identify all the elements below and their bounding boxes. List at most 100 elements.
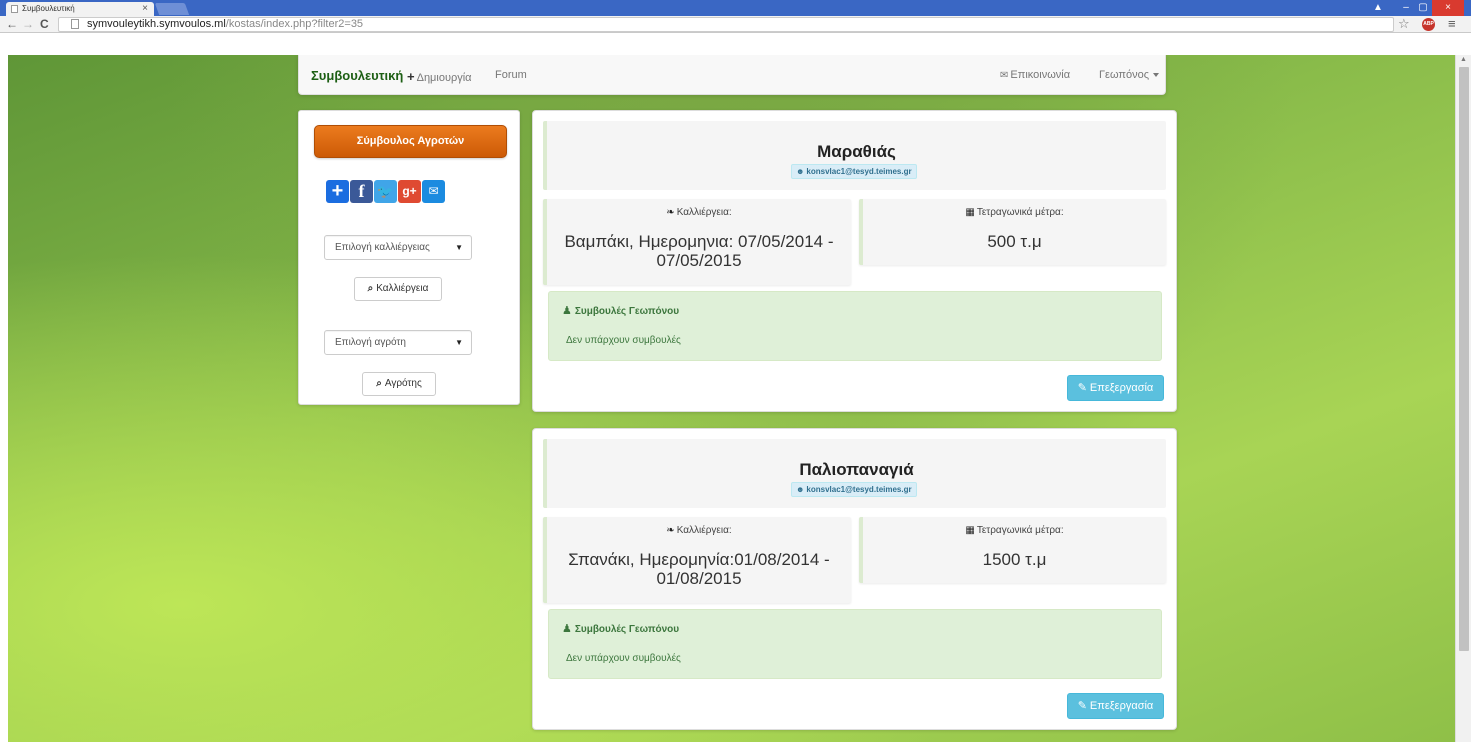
crop-value: Σπανάκι, Ημερομηνία:01/08/2014 - 01/08/2… xyxy=(568,550,830,588)
leaf-icon: ❧ xyxy=(666,525,675,536)
plus-icon: + xyxy=(407,69,415,84)
page-viewport: Συμβουλευτική + Δημιουργία Forum ✉ Επικοιν… xyxy=(8,55,1455,742)
brand-link[interactable]: Συμβουλευτική xyxy=(311,68,403,83)
search-icon: ⌕ xyxy=(367,283,374,294)
advice-empty-text: Δεν υπάρχουν συμβουλές xyxy=(566,653,681,664)
dropdown-arrow-icon: ▼ xyxy=(455,338,463,347)
field-card: Παλιοπαναγιά ☻ konsvlac1@tesyd.teimes.gr … xyxy=(532,428,1177,730)
profile-icon[interactable]: ▲ xyxy=(1368,0,1388,16)
edit-icon: ✎ xyxy=(1077,382,1087,394)
scroll-up-arrow-icon[interactable]: ▲ xyxy=(1460,56,1467,63)
advice-title-text: Συμβουλές Γεωπόνου xyxy=(574,306,680,317)
forward-arrow-icon[interactable]: → xyxy=(22,17,34,31)
browser-tab-strip: Συμβουλευτική × ▲ – ▢ × xyxy=(0,0,1471,16)
field-card-header: Παλιοπαναγιά ☻ konsvlac1@tesyd.teimes.gr xyxy=(543,439,1166,508)
field-title: Παλιοπαναγιά xyxy=(799,460,914,479)
advice-empty-text: Δεν υπάρχουν συμβουλές xyxy=(566,335,681,346)
area-value: 500 τ.μ xyxy=(987,232,1042,251)
url-host: symvouleytikh.symvoulos.ml xyxy=(87,18,226,30)
scrollbar-thumb[interactable] xyxy=(1459,67,1469,651)
area-info: ▦ Τετραγωνικά μέτρα: 1500 τ.μ xyxy=(859,517,1166,583)
caret-down-icon xyxy=(1153,73,1160,78)
leaf-icon: ❧ xyxy=(666,207,675,218)
edit-button-label: Επεξεργασία xyxy=(1089,700,1154,712)
advice-panel: ♟ Συμβουλές Γεωπόνου Δεν υπάρχουν συμβουλ… xyxy=(548,291,1162,361)
users-icon: ♟ xyxy=(562,305,572,317)
nav-create-link[interactable]: + Δημιουργία xyxy=(407,69,472,84)
bookmark-star-icon[interactable]: ☆ xyxy=(1398,16,1410,32)
farmer-select-value: Επιλογή αγρότη xyxy=(335,337,406,348)
area-label-text: Τετραγωνικά μέτρα: xyxy=(976,525,1064,536)
crop-select-value: Επιλογή καλλιέργειας xyxy=(335,242,430,253)
minimize-icon[interactable]: – xyxy=(1398,0,1414,16)
area-info: ▦ Τετραγωνικά μέτρα: 500 τ.μ xyxy=(859,199,1166,265)
google-plus-icon[interactable]: g+ xyxy=(398,180,421,203)
advice-title: ♟ Συμβουλές Γεωπόνου xyxy=(562,622,679,635)
mail-icon[interactable]: ✉ xyxy=(422,180,445,203)
edit-button[interactable]: ✎ Επεξεργασία xyxy=(1067,375,1164,401)
window-edge xyxy=(0,33,8,742)
advice-title: ♟ Συμβουλές Γεωπόνου xyxy=(562,304,679,317)
owner-email: konsvlac1@tesyd.teimes.gr xyxy=(806,485,912,494)
back-arrow-icon[interactable]: ← xyxy=(6,17,18,31)
nav-user-label: Γεωπόνος xyxy=(1099,69,1150,81)
adblock-icon[interactable]: ABP xyxy=(1422,18,1435,31)
field-card: Μαραθιάς ☻ konsvlac1@tesyd.teimes.gr ❧ Καλ… xyxy=(532,110,1177,412)
nav-user-dropdown[interactable]: Γεωπόνος xyxy=(1099,69,1160,81)
farmer-select[interactable]: Επιλογή αγρότη ▼ xyxy=(324,330,472,355)
crop-label-text: Καλλιέργεια: xyxy=(676,207,732,218)
person-icon: ☻ xyxy=(796,167,805,176)
advisor-button[interactable]: Σύμβουλος Αγροτών xyxy=(314,125,507,158)
close-window-icon[interactable]: × xyxy=(1432,0,1464,16)
share-buttons: + f 🐦 g+ ✉ xyxy=(326,180,446,204)
owner-email-badge: ☻ konsvlac1@tesyd.teimes.gr xyxy=(791,482,917,497)
envelope-icon: ✉ xyxy=(1000,70,1009,81)
area-value: 1500 τ.μ xyxy=(982,550,1047,569)
owner-email-badge: ☻ konsvlac1@tesyd.teimes.gr xyxy=(791,164,917,179)
dropdown-arrow-icon: ▼ xyxy=(455,243,463,252)
crop-search-label: Καλλιέργεια xyxy=(376,283,429,294)
advice-title-text: Συμβουλές Γεωπόνου xyxy=(574,624,680,635)
edit-button-label: Επεξεργασία xyxy=(1089,382,1154,394)
browser-tab[interactable]: Συμβουλευτική × xyxy=(6,2,154,16)
reload-icon[interactable]: C xyxy=(40,17,49,31)
search-icon: ⌕ xyxy=(376,378,382,389)
edit-button[interactable]: ✎ Επεξεργασία xyxy=(1067,693,1164,719)
crop-select[interactable]: Επιλογή καλλιέργειας ▼ xyxy=(324,235,472,260)
crop-search-button[interactable]: ⌕ Καλλιέργεια xyxy=(354,277,442,301)
tab-title: Συμβουλευτική xyxy=(22,4,75,13)
sidebar-panel: Σύμβουλος Αγροτών + f 🐦 g+ ✉ Επιλογή καλλιέρ… xyxy=(298,110,520,405)
crop-label-text: Καλλιέργεια: xyxy=(676,525,732,536)
crop-info: ❧ Καλλιέργεια: Σπανάκι, Ημερομηνία:01/08/… xyxy=(543,517,851,603)
twitter-icon[interactable]: 🐦 xyxy=(374,180,397,203)
facebook-icon[interactable]: f xyxy=(350,180,373,203)
person-icon: ☻ xyxy=(796,485,805,494)
crop-info: ❧ Καλλιέργεια: Βαμπάκι, Ημερομηνια: 07/05… xyxy=(543,199,851,285)
nav-contact-label: Επικοινωνία xyxy=(1010,69,1071,81)
area-label: ▦ Τετραγωνικά μέτρα: xyxy=(863,525,1166,536)
top-navbar: Συμβουλευτική + Δημιουργία Forum ✉ Επικοιν… xyxy=(298,55,1166,95)
url-path: /kostas/index.php?filter2=35 xyxy=(225,18,364,30)
page-icon xyxy=(11,5,18,13)
area-label-text: Τετραγωνικά μέτρα: xyxy=(976,207,1064,218)
maximize-icon[interactable]: ▢ xyxy=(1414,0,1432,16)
crop-value: Βαμπάκι, Ημερομηνια: 07/05/2014 - 07/05/… xyxy=(564,232,834,270)
farmer-search-label: Αγρότης xyxy=(384,378,422,389)
share-plus-icon[interactable]: + xyxy=(326,180,349,203)
new-tab-button[interactable] xyxy=(154,3,190,15)
nav-create-label: Δημιουργία xyxy=(416,72,472,84)
address-bar: ← → C symvouleytikh.symvoulos.ml/kostas/… xyxy=(0,16,1471,33)
page-scrollbar[interactable]: ▲ xyxy=(1455,55,1471,742)
nav-forum-link[interactable]: Forum xyxy=(495,69,527,81)
browser-menu-icon[interactable]: ≡ xyxy=(1448,16,1456,31)
url-input[interactable]: symvouleytikh.symvoulos.ml/kostas/index.… xyxy=(58,17,1394,32)
grid-icon: ▦ xyxy=(965,525,975,536)
grid-icon: ▦ xyxy=(965,207,975,218)
tab-close-icon[interactable]: × xyxy=(142,3,148,14)
area-label: ▦ Τετραγωνικά μέτρα: xyxy=(863,207,1166,218)
nav-contact-link[interactable]: ✉ Επικοινωνία xyxy=(1000,69,1070,81)
farmer-search-button[interactable]: ⌕ Αγρότης xyxy=(362,372,436,396)
users-icon: ♟ xyxy=(562,623,572,635)
crop-label: ❧ Καλλιέργεια: xyxy=(547,207,851,218)
field-title: Μαραθιάς xyxy=(817,142,896,161)
